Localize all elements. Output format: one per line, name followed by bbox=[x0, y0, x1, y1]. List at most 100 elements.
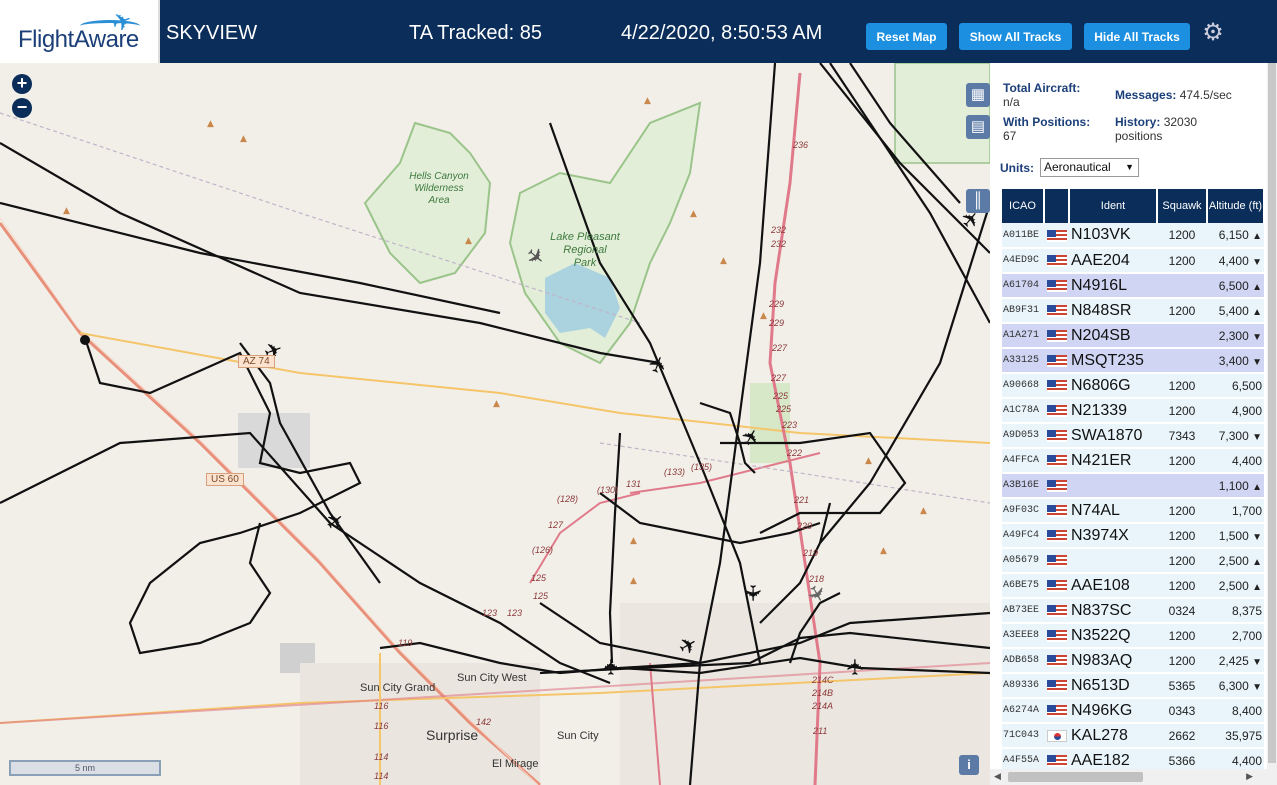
table-row[interactable]: A61704 N4916L 6,500 ▲ bbox=[1002, 273, 1264, 299]
flag-cell bbox=[1044, 398, 1069, 424]
us-flag-icon bbox=[1046, 305, 1067, 318]
table-row[interactable]: A011BE N103VK 1200 6,150 ▲ bbox=[1002, 223, 1264, 249]
table-row[interactable]: AB73EE N837SC 0324 8,375 bbox=[1002, 598, 1264, 624]
col-ident[interactable]: Ident bbox=[1069, 189, 1158, 223]
table-row[interactable]: A49FC4 N3974X 1200 1,500 ▼ bbox=[1002, 523, 1264, 549]
col-altitude[interactable]: Altitude (ft) bbox=[1207, 189, 1265, 223]
col-flag[interactable] bbox=[1044, 189, 1070, 223]
flag-cell bbox=[1044, 623, 1069, 649]
altitude-cell: 1,500 ▼ bbox=[1207, 523, 1264, 549]
altitude-cell: 2,700 bbox=[1207, 623, 1264, 649]
flightaware-logo[interactable]: ✈ FlightAware bbox=[0, 0, 160, 63]
horizontal-scrollbar[interactable]: ◀ ▶ bbox=[990, 769, 1267, 785]
road-number: 123 bbox=[482, 608, 498, 618]
info-icon[interactable]: i bbox=[959, 755, 979, 775]
svg-text:▲: ▲ bbox=[690, 209, 697, 219]
us-flag-icon bbox=[1046, 655, 1067, 668]
trend-icon: ▲ bbox=[1252, 556, 1262, 568]
squawk-cell: 1200 bbox=[1157, 373, 1207, 399]
col-icao[interactable]: ICAO bbox=[1002, 189, 1045, 223]
vscroll-thumb[interactable] bbox=[1268, 63, 1276, 763]
ident-cell: N103VK bbox=[1069, 223, 1157, 249]
trend-icon: ▼ bbox=[1252, 356, 1262, 368]
icao-cell: A89336 bbox=[1002, 673, 1044, 699]
table-row[interactable]: A4FFCA N421ER 1200 4,400 bbox=[1002, 448, 1264, 474]
altitude-cell: 1,700 bbox=[1207, 498, 1264, 524]
table-row[interactable]: A1C78A N21339 1200 4,900 bbox=[1002, 398, 1264, 424]
road-number: 232 bbox=[771, 239, 787, 249]
altitude-cell: 4,400 bbox=[1207, 448, 1264, 474]
flag-cell bbox=[1044, 698, 1069, 724]
icao-cell: A49FC4 bbox=[1002, 523, 1044, 549]
us-flag-icon bbox=[1046, 680, 1067, 693]
scroll-thumb[interactable] bbox=[1008, 772, 1143, 782]
table-row[interactable]: A1A271 N204SB 2,300 ▼ bbox=[1002, 323, 1264, 349]
table-row[interactable]: AB9F31 N848SR 1200 5,400 ▲ bbox=[1002, 298, 1264, 324]
road-number: (126) bbox=[532, 545, 554, 555]
map-layers-icon[interactable]: ▦ bbox=[966, 83, 990, 107]
svg-text:▲: ▲ bbox=[630, 576, 637, 586]
road-number: 220 bbox=[797, 521, 813, 531]
table-row[interactable]: A9F03C N74AL 1200 1,700 bbox=[1002, 498, 1264, 524]
history-count: History: 32030 positions bbox=[1115, 115, 1198, 143]
us-flag-icon bbox=[1046, 330, 1067, 343]
road-number: 123 bbox=[507, 608, 523, 618]
table-row[interactable]: A4ED9C AAE204 1200 4,400 ▼ bbox=[1002, 248, 1264, 274]
squawk-cell: 1200 bbox=[1157, 623, 1207, 649]
zoom-in-button[interactable]: + bbox=[12, 74, 32, 94]
vertical-scrollbar[interactable] bbox=[1267, 63, 1277, 785]
table-row[interactable]: A3EEE8 N3522Q 1200 2,700 bbox=[1002, 623, 1264, 649]
altitude-cell: 35,975 bbox=[1207, 723, 1264, 749]
messages-rate: Messages: 474.5/sec bbox=[1115, 88, 1232, 102]
squawk-cell: 1200 bbox=[1157, 398, 1207, 424]
table-row[interactable]: A33125 MSQT235 3,400 ▼ bbox=[1002, 348, 1264, 374]
us-flag-icon bbox=[1046, 455, 1067, 468]
us-flag-icon bbox=[1046, 355, 1067, 368]
table-row[interactable]: A05679 1200 2,500 ▲ bbox=[1002, 548, 1264, 574]
ident-cell: N204SB bbox=[1069, 323, 1157, 349]
table-row[interactable]: 71C043 KAL278 2662 35,975 bbox=[1002, 723, 1264, 749]
hide-all-tracks-button[interactable]: Hide All Tracks bbox=[1084, 23, 1190, 50]
show-all-tracks-button[interactable]: Show All Tracks bbox=[959, 23, 1072, 50]
table-row[interactable]: A9D053 SWA1870 7343 7,300 ▼ bbox=[1002, 423, 1264, 449]
ident-cell: N4916L bbox=[1069, 273, 1157, 299]
scroll-right-icon[interactable]: ▶ bbox=[1246, 771, 1253, 782]
map-view[interactable]: ✈ ✈ ✈ ✈ ✈ ✈ ✈ ✈ ✈ ✈ ✈ ▲ ▲ ▲ ▲ ▲ ▲ ▲ ▲ ▲ ▲ ▲ ▲ ▲ ▲… bbox=[0, 63, 990, 785]
icao-cell: A9F03C bbox=[1002, 498, 1044, 524]
us-flag-icon bbox=[1046, 530, 1067, 543]
us-flag-icon bbox=[1046, 280, 1067, 293]
total-aircraft: Total Aircraft: n/a bbox=[1003, 81, 1081, 109]
table-row[interactable]: A6BE75 AAE108 1200 2,500 ▲ bbox=[1002, 573, 1264, 599]
column-toggle-icon[interactable]: ║ bbox=[966, 189, 990, 213]
road-number: (135) bbox=[691, 462, 713, 472]
gear-icon[interactable]: ⚙ bbox=[1200, 20, 1226, 46]
table-row[interactable]: ADB658 N983AQ 1200 2,425 ▼ bbox=[1002, 648, 1264, 674]
icao-cell: A1A271 bbox=[1002, 323, 1044, 349]
scale-bar: 5 nm bbox=[9, 760, 161, 776]
altitude-cell: 3,400 ▼ bbox=[1207, 348, 1264, 374]
col-squawk[interactable]: Squawk bbox=[1157, 189, 1208, 223]
road-number: 229 bbox=[769, 318, 785, 328]
icao-cell: A90668 bbox=[1002, 373, 1044, 399]
table-row[interactable]: A3B16E 1,100 ▲ bbox=[1002, 473, 1264, 499]
table-row[interactable]: A89336 N6513D 5365 6,300 ▼ bbox=[1002, 673, 1264, 699]
grid-toggle-icon[interactable]: ▤ bbox=[966, 115, 990, 139]
label-sun-city-west: Sun City West bbox=[457, 672, 527, 684]
south-korea-flag-icon bbox=[1046, 730, 1067, 743]
table-row[interactable]: A6274A N496KG 0343 8,400 bbox=[1002, 698, 1264, 724]
road-number: 236 bbox=[793, 140, 809, 150]
ident-cell: N3522Q bbox=[1069, 623, 1157, 649]
road-number: 131 bbox=[626, 479, 642, 489]
squawk-cell bbox=[1157, 473, 1207, 499]
table-row[interactable]: A90668 N6806G 1200 6,500 bbox=[1002, 373, 1264, 399]
reset-map-button[interactable]: Reset Map bbox=[866, 23, 947, 50]
road-number: 218 bbox=[809, 574, 825, 584]
label-sun-city: Sun City bbox=[557, 730, 599, 742]
flag-cell bbox=[1044, 248, 1069, 274]
units-select[interactable]: Aeronautical ▼ bbox=[1040, 158, 1139, 177]
scroll-left-icon[interactable]: ◀ bbox=[994, 771, 1001, 782]
zoom-out-button[interactable]: − bbox=[12, 98, 32, 118]
us-flag-icon bbox=[1046, 405, 1067, 418]
road-number: 222 bbox=[787, 448, 803, 458]
svg-text:▲: ▲ bbox=[465, 236, 472, 246]
